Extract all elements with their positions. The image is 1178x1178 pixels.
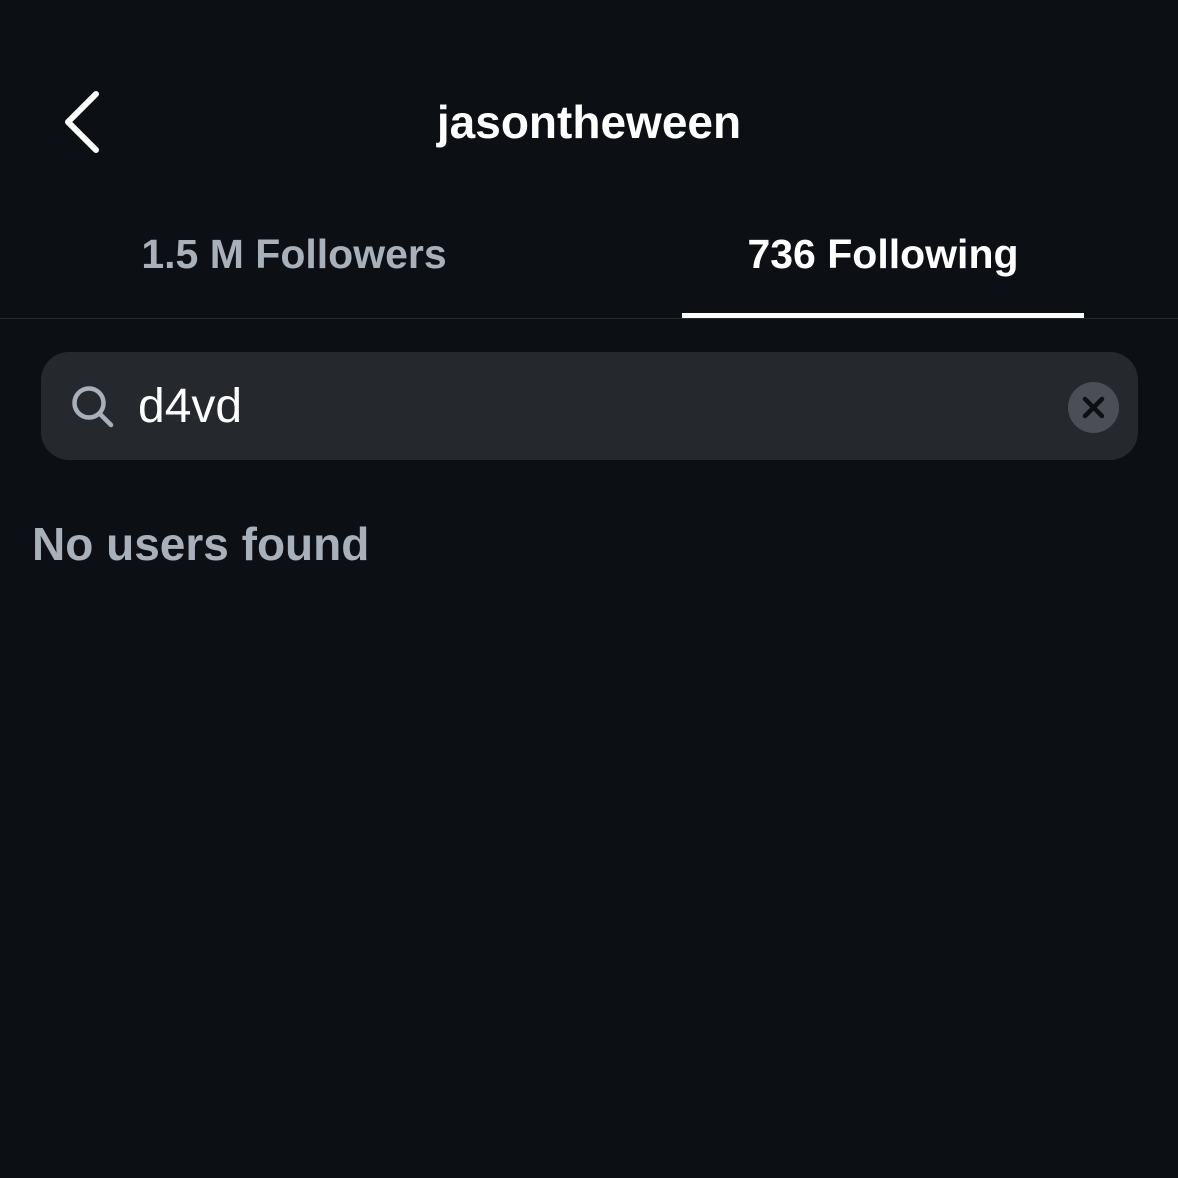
following-screen: jasontheween 1.5 M Followers 736 Followi… xyxy=(0,0,1178,1178)
search-icon xyxy=(72,386,114,428)
tab-followers[interactable]: 1.5 M Followers xyxy=(95,200,493,318)
tab-following-label: 736 Following xyxy=(747,231,1019,277)
search-input[interactable] xyxy=(138,370,1038,442)
tab-divider xyxy=(0,318,1178,319)
close-icon xyxy=(1082,396,1105,419)
tab-bar: 1.5 M Followers 736 Following xyxy=(0,200,1178,318)
tab-following[interactable]: 736 Following xyxy=(682,200,1084,318)
empty-results-message: No users found xyxy=(32,518,370,570)
tab-followers-label: 1.5 M Followers xyxy=(141,231,447,277)
clear-search-button[interactable] xyxy=(1068,382,1119,433)
page-title: jasontheween xyxy=(436,96,742,148)
